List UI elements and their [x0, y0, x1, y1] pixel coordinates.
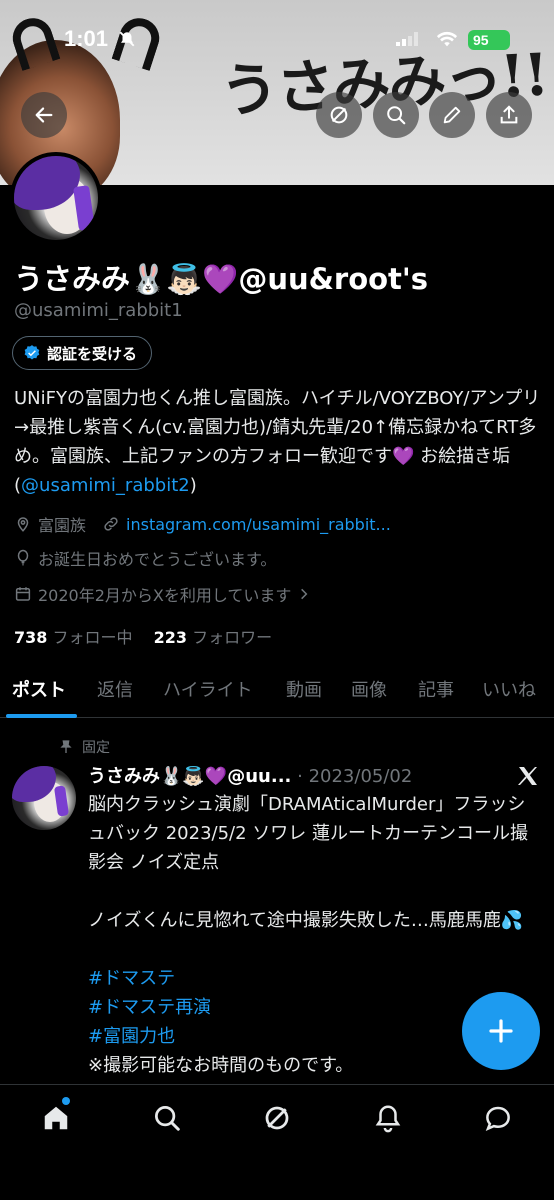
grok-button[interactable]: [316, 92, 362, 138]
profile-name: うさみみ🐰👼🏻💜@uu&root's: [14, 262, 429, 296]
search-button[interactable]: [373, 92, 419, 138]
home-icon[interactable]: [41, 1103, 71, 1133]
tab-replies[interactable]: 返信: [97, 676, 133, 702]
tab-videos[interactable]: 動画: [286, 676, 322, 702]
link-icon: [104, 517, 118, 531]
messages-icon[interactable]: [483, 1103, 513, 1133]
search-icon: [387, 106, 406, 125]
share-button[interactable]: [486, 92, 532, 138]
following-link[interactable]: 738 フォロー中: [14, 628, 133, 647]
profile-handle: @usamimi_rabbit1: [14, 300, 183, 321]
get-verified-label: 認証を受ける: [47, 344, 138, 363]
followers-link[interactable]: 223 フォロワー: [154, 628, 273, 647]
bio-mention-link[interactable]: @usamimi_rabbit2: [21, 475, 190, 496]
status-time: 1:01: [64, 26, 109, 51]
followers-label: フォロワー: [192, 628, 273, 647]
plus-icon: [489, 1019, 513, 1043]
joined-row[interactable]: 2020年2月からXを利用しています: [14, 582, 317, 606]
post-date[interactable]: · 2023/05/02: [297, 766, 412, 787]
profile-avatar[interactable]: [10, 152, 102, 244]
verified-badge-icon: [24, 345, 40, 360]
tab-likes[interactable]: いいね: [482, 676, 536, 702]
grok-icon[interactable]: [262, 1103, 292, 1133]
followers-count: 223: [153, 628, 188, 647]
active-tab-indicator: [6, 714, 77, 718]
tab-posts[interactable]: ポスト: [12, 676, 66, 702]
pinned-label: 固定: [82, 740, 110, 756]
get-verified-button[interactable]: 認証を受ける: [12, 336, 153, 370]
post-spacer: [88, 877, 540, 906]
bottom-navigation: [0, 1084, 554, 1200]
x-logo-icon[interactable]: [516, 764, 540, 788]
calendar-icon: [15, 587, 31, 601]
post-author-avatar[interactable]: [12, 766, 76, 830]
grok-icon: [330, 106, 348, 124]
profile-birthday: お誕生日おめでとうございます。: [38, 550, 277, 569]
pin-icon: [60, 740, 72, 753]
post-spacer: [88, 935, 540, 964]
birthday-row: お誕生日おめでとうございます。: [14, 546, 276, 570]
bio-end: ): [189, 475, 197, 496]
edit-pencil-icon: [443, 106, 461, 124]
following-label: フォロー中: [52, 628, 133, 647]
post-header: うさみみ🐰👼🏻💜@uu... · 2023/05/02: [88, 762, 412, 788]
status-bar: 1:01 95: [0, 26, 554, 56]
tab-media[interactable]: 画像: [351, 676, 387, 702]
back-arrow-icon: [35, 107, 53, 123]
balloon-icon: [17, 549, 29, 566]
post-author-name[interactable]: うさみみ🐰👼🏻💜@uu...: [88, 766, 291, 787]
profile-bio: UNiFYの富園力也くん推し富園族。ハイチル/VOYZBOY/アンプリ→最推し紫…: [14, 384, 544, 500]
notifications-icon[interactable]: [373, 1103, 403, 1133]
home-notification-dot: [62, 1097, 70, 1105]
edit-button[interactable]: [429, 92, 475, 138]
tab-highlights[interactable]: ハイライト: [163, 676, 253, 702]
profile-location: 富園族: [38, 516, 87, 535]
post-text-line: ノイズくんに見惚れて途中撮影失敗した…馬鹿馬鹿💦: [88, 910, 524, 931]
battery-indicator: 95: [468, 30, 510, 50]
silent-bell-icon: [119, 31, 135, 47]
wifi-icon: [436, 31, 458, 47]
compose-post-button[interactable]: [462, 992, 540, 1070]
location-website-row: 富園族 instagram.com/usamimi_rabbit...: [14, 512, 391, 536]
following-count: 738: [14, 628, 48, 647]
profile-tabs: ポスト 返信 ハイライト 動画 画像 記事 いいね: [0, 664, 554, 718]
back-button[interactable]: [21, 92, 67, 138]
cell-signal-icon: [396, 32, 418, 46]
profile-website-link[interactable]: instagram.com/usamimi_rabbit...: [126, 515, 391, 534]
post-text-line: 脳内クラッシュ演劇「DRAMAticalMurder」フラッシュバック 2023…: [88, 794, 529, 873]
profile-joined: 2020年2月からXを利用しています: [38, 586, 292, 605]
search-icon[interactable]: [152, 1103, 182, 1133]
share-icon: [500, 105, 518, 124]
post-hashtag[interactable]: #ドマステ: [88, 964, 540, 993]
follow-stats: 738 フォロー中 223 フォロワー: [14, 624, 272, 648]
location-pin-icon: [17, 517, 29, 532]
tab-articles[interactable]: 記事: [418, 676, 454, 702]
pinned-indicator: 固定: [58, 737, 110, 757]
chevron-right-icon: [301, 588, 308, 600]
